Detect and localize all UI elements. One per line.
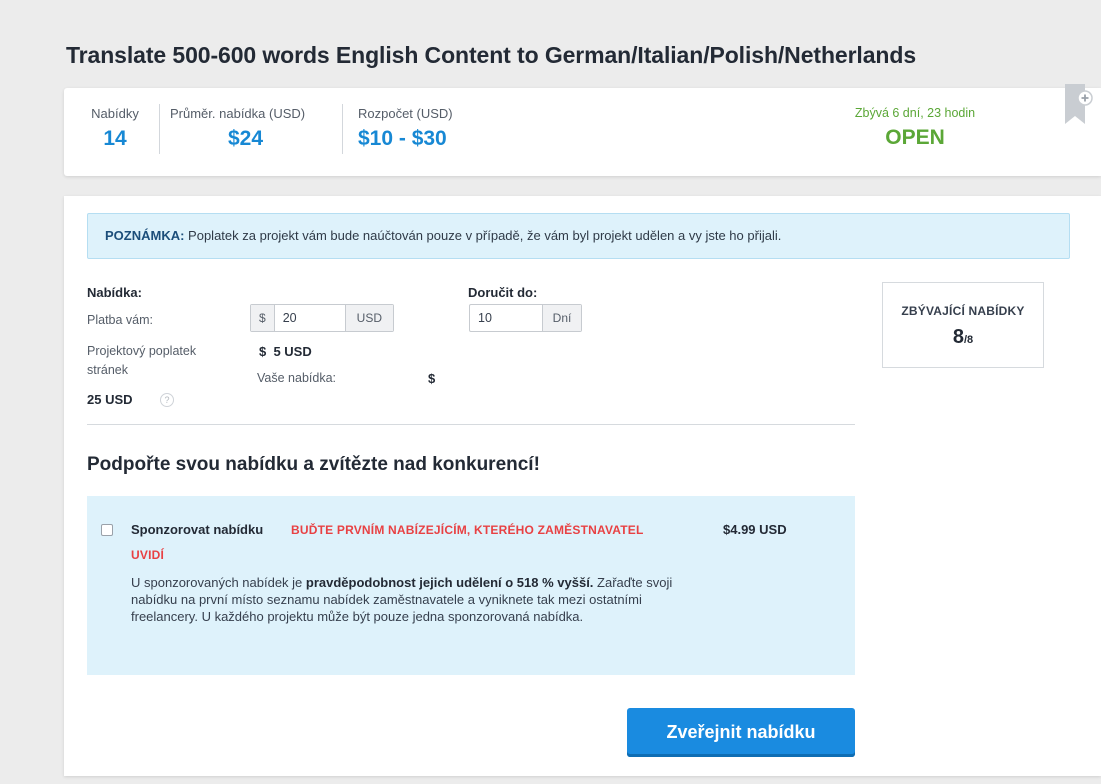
your-bid-value: $	[428, 371, 436, 386]
pay-currency: USD	[344, 305, 393, 331]
stat-bids: Nabídky 14	[86, 106, 144, 151]
bid-heading: Nabídka:	[87, 285, 142, 300]
promo-heading: Podpořte svou nabídku a zvítězte nad kon…	[87, 454, 540, 475]
stat-time-left: Zbývá 6 dní, 23 hodin OPEN	[830, 106, 1000, 150]
sponsor-tagline-continued: UVIDÍ	[131, 548, 165, 562]
fee-label-line1: Projektový poplatek	[87, 344, 197, 358]
pay-currency-symbol: $	[251, 305, 275, 331]
publish-bid-button[interactable]: Zveřejnit nabídku	[627, 708, 855, 757]
stat-average-bid: Průměr. nabídka (USD) $24	[170, 106, 338, 151]
stat-budget-value: $10 - $30	[358, 127, 447, 150]
deliver-days-input[interactable]	[470, 305, 542, 331]
remaining-bids-value: 8/8	[952, 326, 974, 348]
project-stats-card: Nabídky 14 Průměr. nabídka (USD) $24 Roz…	[64, 84, 1101, 176]
stat-budget: Rozpočet (USD) $10 - $30	[358, 106, 453, 151]
sponsor-price: $4.99 USD	[723, 522, 787, 537]
remaining-bids-box: ZBÝVAJÍCÍ NABÍDKY 8/8	[882, 282, 1044, 368]
stat-average-bid-label: Průměr. nabídka (USD)	[170, 106, 306, 121]
section-divider	[87, 424, 855, 425]
bookmark-add-icon[interactable]	[1065, 84, 1093, 126]
sponsor-description-highlight: pravděpodobnost jejich udělení o 518 % v…	[305, 575, 594, 590]
site-fee-amount: 25 USD	[87, 392, 133, 407]
help-icon[interactable]: ?	[160, 393, 174, 407]
stat-average-bid-value: $24	[228, 127, 264, 150]
pay-label: Platba vám:	[87, 313, 154, 327]
sponsor-description: U sponzorovaných nabídek je pravděpodobn…	[131, 575, 673, 624]
remaining-bids-total: /8	[963, 334, 974, 346]
deliver-heading: Doručit do:	[468, 285, 538, 300]
time-left-label: Zbývá 6 dní, 23 hodin	[854, 106, 976, 120]
fee-note: POZNÁMKA: Poplatek za projekt vám bude n…	[87, 213, 1070, 259]
fee-note-label: POZNÁMKA:	[105, 228, 185, 243]
stat-divider	[159, 104, 160, 154]
stat-bids-label: Nabídky	[91, 106, 139, 121]
stat-bids-value: 14	[103, 127, 127, 150]
sponsor-upgrade-box: Sponzorovat nabídku BUĎTE PRVNÍM NABÍZEJ…	[87, 496, 855, 675]
stat-budget-label: Rozpočet (USD)	[358, 106, 453, 121]
pay-amount-group: $ USD	[250, 304, 394, 332]
project-status-badge: OPEN	[885, 126, 945, 149]
deliver-unit: Dní	[542, 305, 581, 331]
fee-label-line2: stránek	[87, 363, 128, 377]
fee-note-text: Poplatek za projekt vám bude naúčtován p…	[184, 228, 782, 243]
sponsor-title[interactable]: Sponzorovat nabídku	[131, 522, 263, 537]
project-fee-value: $ 5 USD	[259, 344, 312, 359]
stat-divider	[342, 104, 343, 154]
pay-amount-input[interactable]	[274, 305, 345, 331]
remaining-bids-label: ZBÝVAJÍCÍ NABÍDKY	[901, 304, 1025, 318]
deliver-days-group: Dní	[469, 304, 582, 332]
page-title: Translate 500-600 words English Content …	[66, 42, 917, 68]
your-bid-label: Vaše nabídka:	[257, 371, 336, 385]
bid-form-card: POZNÁMKA: Poplatek za projekt vám bude n…	[64, 196, 1101, 776]
sponsor-checkbox[interactable]	[101, 524, 113, 536]
sponsor-tagline: BUĎTE PRVNÍM NABÍZEJÍCÍM, KTERÉHO ZAMĚST…	[291, 523, 644, 537]
